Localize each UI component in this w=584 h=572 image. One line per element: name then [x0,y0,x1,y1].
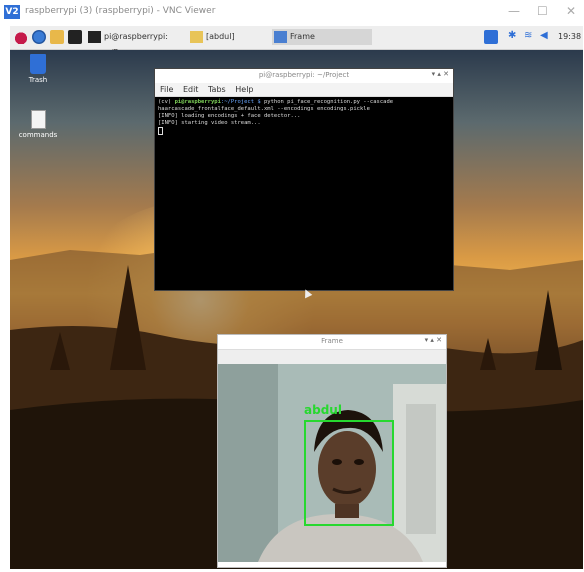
frame-title: Frame [321,337,343,345]
menu-help[interactable]: Help [235,85,253,94]
terminal-window-controls[interactable]: ▾ ▴ ✕ [432,70,449,78]
face-detection-box [304,420,394,526]
wifi-icon[interactable]: ≋ [524,30,532,41]
commands-label: commands [18,131,58,139]
camera-feed: abdul [218,364,446,562]
vnc-tray-icon[interactable] [484,30,498,44]
frame-window[interactable]: Frame ▾ ▴ ✕ abdul [217,334,447,568]
commands-desktop-icon[interactable]: commands [18,110,58,139]
task-folder[interactable]: [abdul] [188,29,268,45]
frame-toolbar-gap [218,350,446,364]
terminal-titlebar[interactable]: pi@raspberrypi: ~/Project ▾ ▴ ✕ [155,69,453,83]
frame-window-controls[interactable]: ▾ ▴ ✕ [425,336,442,344]
prompt-path: :~/Project $ [220,99,264,105]
frame-titlebar[interactable]: Frame ▾ ▴ ✕ [218,335,446,350]
terminal-menubar: File Edit Tabs Help [155,83,453,97]
window-icon [274,31,287,43]
menu-edit[interactable]: Edit [183,85,199,94]
browser-icon[interactable] [32,30,46,44]
document-icon [30,110,46,129]
prompt-user: pi@raspberrypi [174,99,221,105]
bluetooth-icon[interactable]: ✱ [508,30,516,41]
window-title: raspberrypi (3) (raspberrypi) - VNC View… [25,6,216,16]
detection-label: abdul [304,403,342,417]
text-cursor [158,127,163,135]
output-line: [INFO] loading encodings + face detector… [158,113,301,119]
output-line: [INFO] starting video stream... [158,120,261,126]
menu-file[interactable]: File [160,85,173,94]
close-button[interactable]: ✕ [566,4,576,18]
trash-icon [30,54,46,74]
file-manager-icon[interactable] [50,30,64,44]
trash-label: Trash [28,76,48,84]
terminal-output[interactable]: (cv) pi@raspberrypi:~/Project $ python p… [155,97,453,138]
task-label: Frame [290,32,315,41]
env-prefix: (cv) [158,99,175,105]
terminal-title: pi@raspberrypi: ~/Project [258,71,350,79]
task-terminal[interactable]: pi@raspberrypi: ~/Pr... [86,29,186,57]
volume-icon[interactable]: ◀ [540,30,548,41]
vnc-logo-icon: V2 [4,5,20,19]
menu-tabs[interactable]: Tabs [208,85,226,94]
raspberry-menu-icon[interactable] [14,30,28,44]
task-label: [abdul] [206,32,235,41]
task-frame[interactable]: Frame [272,29,372,45]
clock: 19:38 [558,32,582,41]
maximize-button[interactable]: ☐ [537,4,548,18]
minimize-button[interactable]: — [508,4,520,18]
terminal-icon [88,31,101,43]
terminal-window[interactable]: pi@raspberrypi: ~/Project ▾ ▴ ✕ File Edi… [154,68,454,291]
terminal-launcher-icon[interactable] [68,30,82,44]
trash-desktop-icon[interactable]: Trash [18,54,58,84]
taskbar: pi@raspberrypi: ~/Pr... [abdul] Frame ✱ … [10,26,583,57]
vnc-titlebar: V2 raspberrypi (3) (raspberrypi) - VNC V… [0,0,584,26]
folder-icon [190,31,203,43]
